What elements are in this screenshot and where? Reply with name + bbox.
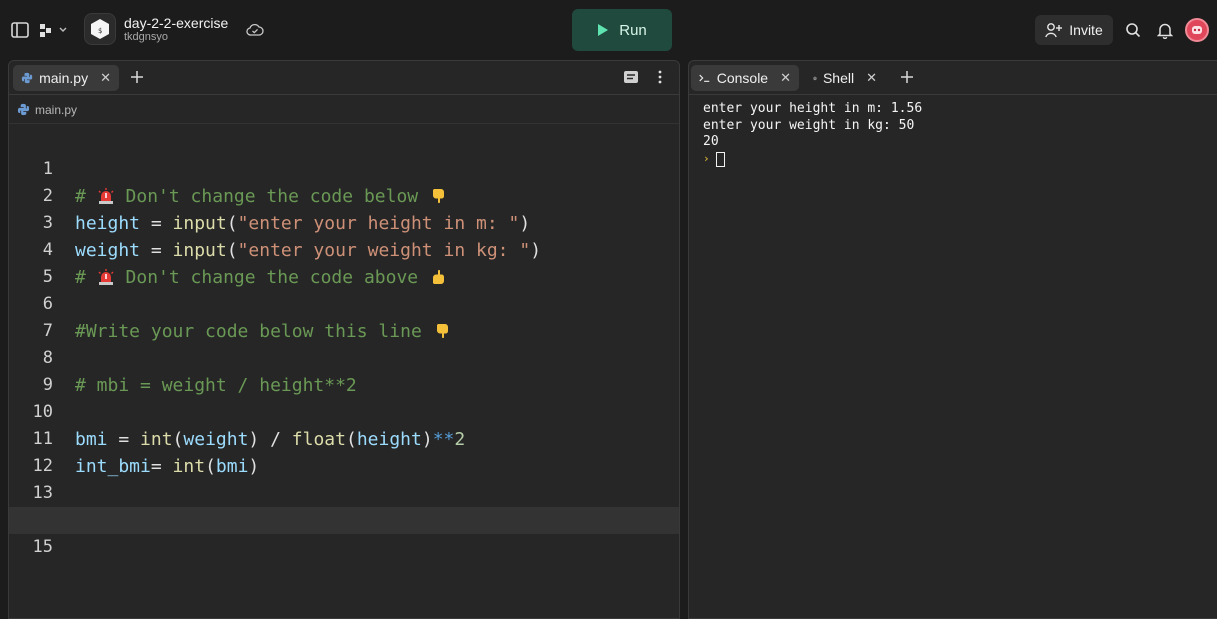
close-icon[interactable]: ✕ — [780, 70, 791, 86]
invite-button[interactable]: Invite — [1035, 15, 1113, 45]
python-icon — [21, 72, 33, 84]
repl-owner[interactable]: tkdgnsyo — [124, 31, 168, 43]
shell-icon — [813, 76, 817, 80]
breadcrumb: main.py — [9, 96, 679, 124]
code-line[interactable]: 14 — [9, 480, 679, 530]
console-output-line: enter your height in m: 1.56 — [703, 101, 923, 116]
terminal-icon — [699, 74, 710, 82]
close-icon[interactable]: ✕ — [866, 70, 877, 86]
console-prompt[interactable]: › — [703, 151, 922, 168]
breadcrumb-file[interactable]: main.py — [35, 103, 77, 117]
close-icon[interactable]: ✕ — [100, 70, 111, 86]
code-line[interactable]: 11 int_bmi= int(bmi) — [9, 399, 679, 477]
tab-shell[interactable]: Shell ✕ — [805, 65, 885, 91]
code-line[interactable]: 7 — [9, 291, 679, 341]
invite-label: Invite — [1069, 22, 1103, 38]
prompt-chevron-icon: › — [703, 151, 710, 165]
avatar[interactable] — [1185, 18, 1209, 42]
code-line-active[interactable]: 15 — [9, 507, 679, 557]
more-options-icon[interactable] — [657, 69, 667, 87]
text-cursor — [715, 151, 725, 167]
tab-shell-label: Shell — [822, 70, 855, 86]
tab-main-py[interactable]: main.py ✕ — [13, 65, 119, 91]
console-output[interactable]: enter your height in m: 1.56 enter your … — [703, 101, 922, 168]
console-pane: Console ✕ Shell ✕ enter your height in m… — [688, 60, 1217, 619]
console-output-line: enter your weight in kg: 50 — [703, 117, 915, 133]
code-line[interactable]: 1 # Don't change the code below — [9, 129, 679, 207]
sidebar-toggle-icon[interactable] — [10, 20, 30, 40]
run-label: Run — [619, 21, 647, 39]
code-line[interactable]: 10 bmi = int(weight) / float(height)**2 — [9, 372, 679, 450]
add-user-icon — [1045, 23, 1063, 38]
tab-console-label: Console — [716, 70, 769, 86]
run-button[interactable]: Run — [572, 9, 672, 51]
editor-tab-bar: main.py ✕ — [9, 61, 679, 95]
layout-menu-icon[interactable] — [38, 20, 72, 40]
code-line[interactable]: 8 # mbi = weight / height**2 — [9, 318, 679, 396]
code-editor[interactable]: 1 # Don't change the code below 2 height… — [9, 129, 679, 557]
play-icon — [598, 24, 609, 36]
top-bar: $ day-2-2-exercise tkdgnsyo Run Invite — [0, 0, 1217, 60]
code-line[interactable]: 6 #Write your code below this line — [9, 264, 679, 342]
editor-pane: main.py ✕ main.py 1 # Don't change the c… — [8, 60, 680, 619]
code-line[interactable]: 12 — [9, 426, 679, 476]
code-line[interactable]: 3 weight = input("enter your weight in k… — [9, 183, 679, 261]
console-output-line: 20 — [703, 134, 719, 149]
console-tab-bar: Console ✕ Shell ✕ — [689, 61, 1217, 95]
cloud-saved-icon[interactable] — [246, 21, 264, 39]
repl-logo-icon[interactable]: $ — [84, 13, 116, 45]
editor-options-icon[interactable] — [623, 70, 639, 86]
code-line[interactable]: 5 — [9, 237, 679, 287]
python-icon — [17, 103, 30, 116]
tab-main-py-label: main.py — [39, 70, 89, 86]
code-line[interactable]: 2 height = input("enter your height in m… — [9, 156, 679, 234]
bell-icon[interactable] — [1155, 20, 1175, 40]
line-number: 15 — [32, 537, 53, 557]
svg-text:$: $ — [98, 27, 102, 35]
add-tab-icon[interactable] — [129, 69, 147, 87]
code-line[interactable]: 13 print(int_bmi) — [9, 453, 679, 531]
code-line[interactable]: 9 — [9, 345, 679, 395]
search-icon[interactable] — [1123, 20, 1143, 40]
repl-title[interactable]: day-2-2-exercise — [124, 15, 228, 31]
tab-console[interactable]: Console ✕ — [691, 65, 799, 91]
code-line[interactable]: 4 # Don't change the code above — [9, 210, 679, 288]
add-tab-icon[interactable] — [899, 69, 917, 87]
